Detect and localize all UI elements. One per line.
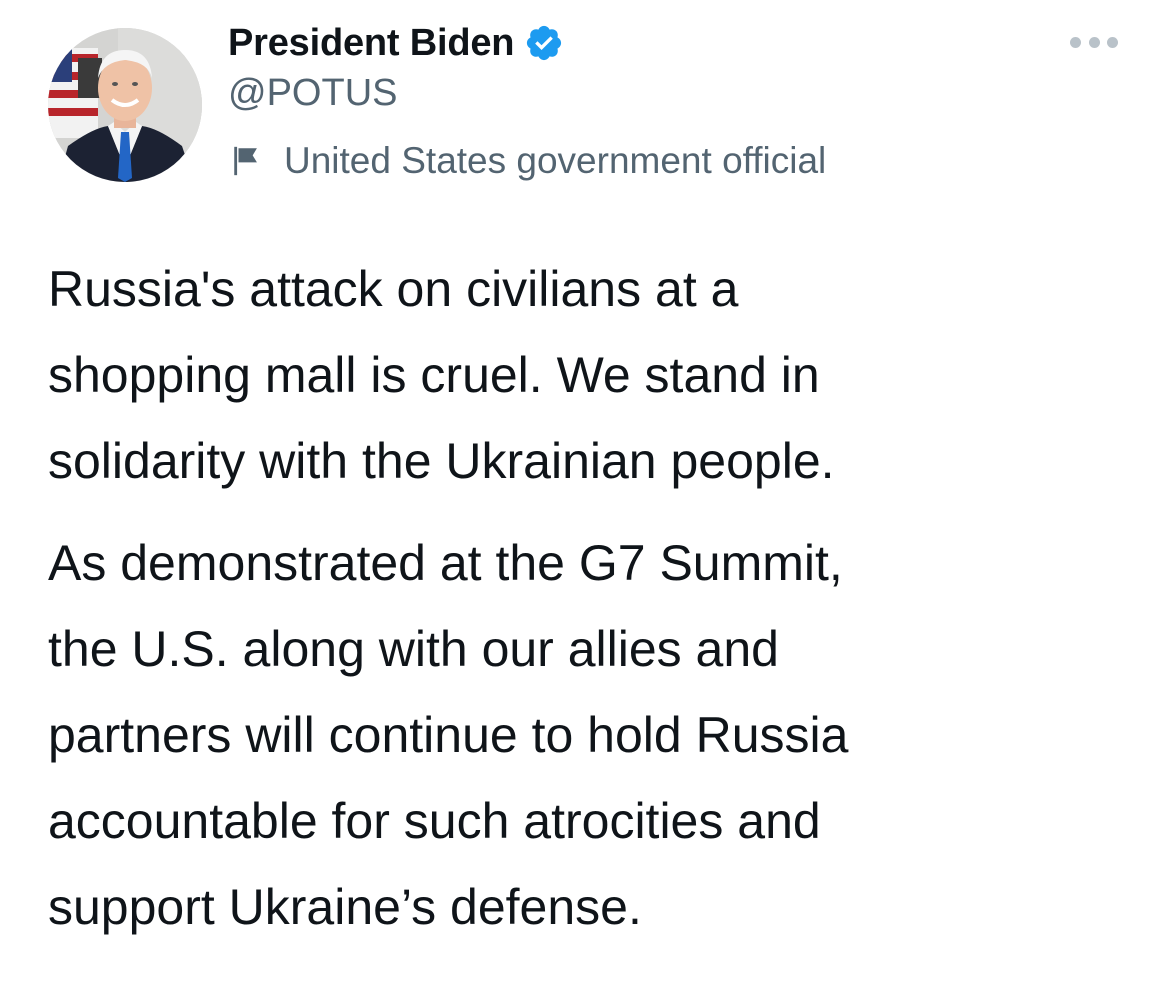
avatar-image — [48, 28, 202, 182]
more-options-button[interactable] — [1070, 22, 1118, 62]
more-horizontal-icon — [1070, 36, 1081, 48]
author-name-row: President Biden — [228, 18, 564, 68]
more-horizontal-icon-dot — [1088, 36, 1100, 48]
more-horizontal-icon-dot — [1107, 36, 1118, 48]
government-label[interactable]: United States government official — [284, 140, 826, 182]
tweet-card: President Biden @POTUS United States gov… — [0, 0, 1170, 986]
tweet-text: Russia's attack on civilians at a shoppi… — [48, 246, 1138, 950]
avatar[interactable] — [48, 28, 202, 182]
author-handle[interactable]: @POTUS — [228, 72, 397, 115]
verified-badge-icon — [524, 23, 564, 63]
flag-icon — [230, 144, 264, 178]
tweet-paragraph: Russia's attack on civilians at a shoppi… — [48, 261, 835, 489]
government-label-row: United States government official — [230, 137, 826, 185]
author-name[interactable]: President Biden — [228, 22, 514, 65]
tweet-paragraph: As demonstrated at the G7 Summit, the U.… — [48, 535, 849, 935]
